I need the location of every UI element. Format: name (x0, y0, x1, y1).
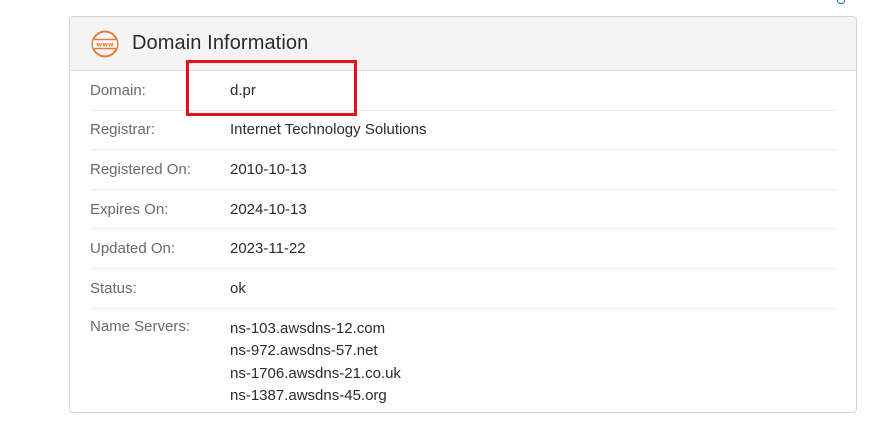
registrar-label: Registrar: (90, 121, 156, 139)
info-row-name-servers: Name Servers: ns-103.awsdns-12.com ns-97… (90, 309, 836, 408)
domain-info-list: Domain: d.pr Registrar: Internet Technol… (70, 71, 856, 408)
svg-text:www: www (96, 41, 114, 48)
domain-value: d.pr (230, 81, 256, 99)
info-row-updated-on: Updated On: 2023-11-22 (90, 229, 836, 269)
info-row-status: Status: ok (90, 269, 836, 309)
registered-on-label: Registered On: (90, 160, 191, 178)
name-server-item: ns-103.awsdns-12.com (230, 319, 386, 337)
info-row-registrar: Registrar: Internet Technology Solutions (90, 111, 836, 151)
cut-off-link-icon[interactable]: ↻ (835, 0, 847, 9)
card-header: www Domain Information (70, 17, 856, 71)
status-value: ok (230, 279, 246, 297)
info-row-registered-on: Registered On: 2010-10-13 (90, 150, 836, 190)
name-servers-label: Name Servers: (90, 317, 191, 335)
info-row-domain: Domain: d.pr (90, 71, 836, 111)
registrar-value: Internet Technology Solutions (230, 121, 427, 139)
domain-label: Domain: (90, 81, 146, 99)
name-server-item: ns-1387.awsdns-45.org (230, 387, 387, 405)
info-row-expires-on: Expires On: 2024-10-13 (90, 190, 836, 230)
registered-on-value: 2010-10-13 (230, 160, 307, 178)
domain-information-card: www Domain Information Domain: d.pr Regi… (69, 16, 857, 413)
www-globe-icon: www (91, 30, 119, 58)
updated-on-label: Updated On: (90, 240, 176, 258)
name-server-item: ns-972.awsdns-57.net (230, 342, 378, 360)
updated-on-value: 2023-11-22 (230, 240, 306, 258)
name-server-item: ns-1706.awsdns-21.co.uk (230, 364, 401, 382)
expires-on-value: 2024-10-13 (230, 200, 307, 218)
expires-on-label: Expires On: (90, 200, 169, 218)
card-title: Domain Information (132, 32, 309, 54)
name-servers-list: ns-103.awsdns-12.com ns-972.awsdns-57.ne… (230, 318, 401, 408)
status-label: Status: (90, 279, 137, 297)
